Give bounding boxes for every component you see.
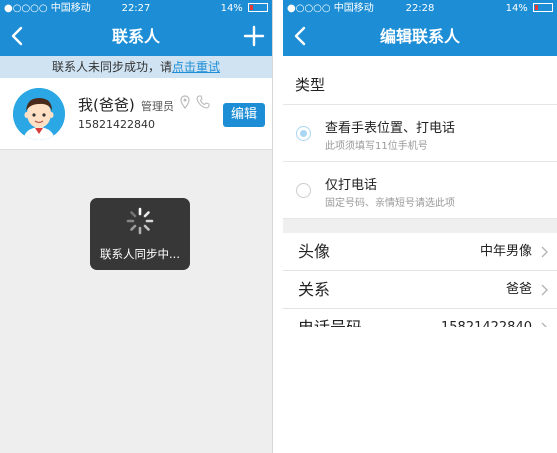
phone-icon bbox=[196, 95, 210, 109]
empty-area bbox=[283, 327, 557, 453]
chevron-right-icon bbox=[541, 246, 548, 258]
row-label: 关系 bbox=[298, 280, 331, 299]
battery-percent: 14% bbox=[220, 3, 243, 14]
option-call-only[interactable]: 仅打电话 固定号码、亲情短号请选此项 bbox=[283, 162, 557, 219]
sync-failed-banner: 联系人未同步成功，请点击重试 bbox=[0, 56, 272, 78]
syncing-toast: 联系人同步中... bbox=[90, 198, 190, 270]
row-label: 头像 bbox=[298, 242, 331, 261]
contacts-screen: ●○○○○ 中国移动 22:27 14% 联系人 联系人未同步成功，请点击重试 bbox=[0, 0, 273, 453]
navbar: 联系人 bbox=[0, 17, 272, 56]
chevron-right-icon bbox=[541, 284, 548, 296]
option-subtitle: 固定号码、亲情短号请选此项 bbox=[325, 198, 455, 209]
header: ●○○○○ 中国移动 22:27 14% 联系人 bbox=[0, 0, 272, 56]
row-relation[interactable]: 关系 爸爸 bbox=[283, 271, 557, 309]
navbar: 编辑联系人 bbox=[283, 17, 557, 56]
row-value: 中年男像 bbox=[479, 244, 532, 259]
contact-phone: 15821422840 bbox=[78, 118, 155, 131]
status-bar: ●○○○○ 中国移动 22:27 14% bbox=[0, 0, 272, 17]
role-badge: 管理员 bbox=[141, 100, 174, 113]
section-divider bbox=[283, 219, 557, 233]
radio-selected[interactable] bbox=[296, 126, 311, 141]
contact-name: 我(爸爸) bbox=[78, 96, 135, 114]
banner-text: 联系人未同步成功，请 bbox=[51, 60, 172, 74]
avatar bbox=[13, 88, 65, 140]
option-title: 查看手表位置、打电话 bbox=[325, 121, 456, 136]
battery-icon bbox=[533, 3, 553, 12]
toast-text: 联系人同步中... bbox=[100, 247, 180, 261]
edit-button[interactable]: 编辑 bbox=[223, 103, 265, 127]
type-section-label: 类型 bbox=[283, 65, 557, 105]
battery-percent: 14% bbox=[505, 3, 528, 14]
header: ●○○○○ 中国移动 22:28 14% 编辑联系人 bbox=[283, 0, 557, 56]
option-subtitle: 此项须填写11位手机号 bbox=[325, 141, 428, 152]
loading-spinner-icon bbox=[126, 207, 154, 235]
location-pin-icon bbox=[180, 95, 190, 109]
status-bar: ●○○○○ 中国移动 22:28 14% bbox=[283, 0, 557, 17]
row-avatar[interactable]: 头像 中年男像 bbox=[283, 233, 557, 271]
radio-unselected[interactable] bbox=[296, 183, 311, 198]
edit-contact-screen: ●○○○○ 中国移动 22:28 14% 编辑联系人 类型 查看手表位置、打电话… bbox=[283, 0, 557, 453]
battery-icon bbox=[248, 3, 268, 12]
page-title: 联系人 bbox=[111, 27, 160, 46]
option-title: 仅打电话 bbox=[325, 178, 378, 193]
option-location-call[interactable]: 查看手表位置、打电话 此项须填写11位手机号 bbox=[283, 105, 557, 162]
father-avatar-icon bbox=[13, 88, 65, 140]
status-right: 14% bbox=[221, 0, 268, 17]
retry-link[interactable]: 点击重试 bbox=[172, 60, 220, 74]
row-value: 爸爸 bbox=[505, 282, 532, 297]
page-title: 编辑联系人 bbox=[379, 27, 460, 46]
status-right: 14% bbox=[506, 0, 553, 17]
contact-card[interactable]: 我(爸爸) 管理员 15821422840 编辑 bbox=[0, 78, 272, 150]
add-contact-icon[interactable] bbox=[242, 23, 266, 49]
